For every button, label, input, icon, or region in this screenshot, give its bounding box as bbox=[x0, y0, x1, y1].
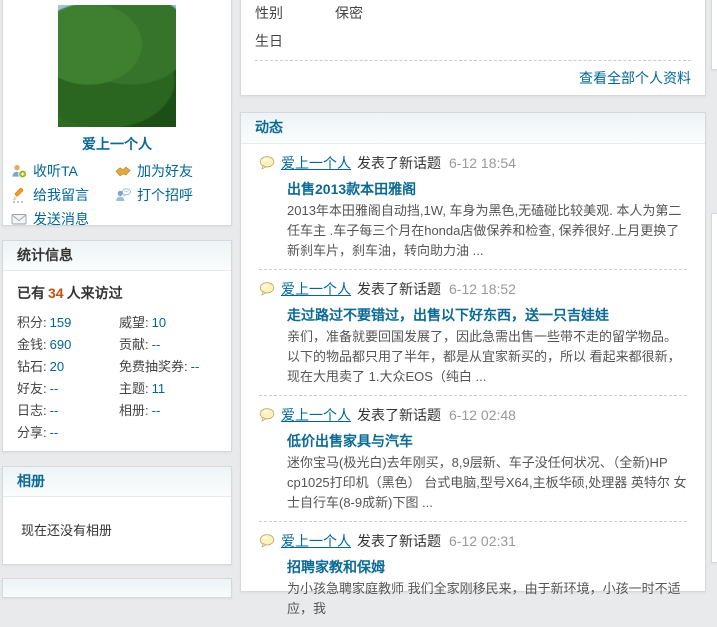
username: 爱上一个人 bbox=[82, 136, 152, 152]
feed-thread-excerpt: 迷你宝马(极光白)去年刚买，8,9层新、车子没任何状况、（全新)HP cp102… bbox=[287, 455, 687, 510]
feed-items: 爱上一个人 发表了新话题 6-12 18:54 出售2013款本田雅阁 2013… bbox=[241, 144, 705, 627]
birthday-label: 生日 bbox=[255, 33, 283, 49]
profile-actions: 收听TA 加为好友 给我留言 打个招呼 发送消息 bbox=[11, 163, 231, 227]
birthday-row: 生日 bbox=[255, 27, 691, 55]
stat-blogs: 日志: -- bbox=[17, 403, 59, 418]
action-label: 发送消息 bbox=[33, 211, 89, 227]
stat-prestige: 威望: 10 bbox=[119, 315, 167, 330]
visitor-count-line: 已有 34 人来访过 bbox=[17, 285, 123, 301]
feed-action-text: 发表了新话题 bbox=[357, 407, 441, 423]
feed-item: 爱上一个人 发表了新话题 6-12 18:52 走过路过不要错过，出售以下好东西… bbox=[259, 270, 687, 396]
action-label: 打个招呼 bbox=[137, 187, 193, 203]
stat-threads-value[interactable]: 11 bbox=[152, 381, 166, 396]
profile-card: 爱上一个人 收听TA 加为好友 给我留言 打个招呼 发送消息 bbox=[2, 0, 232, 227]
stat-money: 金钱: 690 bbox=[17, 337, 72, 352]
feed-meta: 爱上一个人 发表了新话题 6-12 02:48 bbox=[259, 406, 687, 424]
cutoff-panel-bottom bbox=[2, 578, 232, 598]
feed-thread-title[interactable]: 低价出售家具与汽车 bbox=[287, 432, 687, 450]
feed-item: 爱上一个人 发表了新话题 6-12 02:31 招聘家教和保姆 为小孩急聘家庭教… bbox=[259, 522, 687, 627]
stat-diamond: 钻石: 20 bbox=[17, 359, 65, 374]
stat-albums-value[interactable]: -- bbox=[152, 403, 161, 418]
view-full-profile-link[interactable]: 查看全部个人资料 bbox=[579, 70, 691, 86]
feed-timestamp: 6-12 02:48 bbox=[449, 407, 516, 423]
stat-shares: 分享: -- bbox=[17, 425, 59, 440]
cutoff-panel-right-bottom bbox=[711, 213, 717, 563]
stats-grid: 积分: 159 威望: 10 金钱: 690 贡献: -- 钻石: 20 免费抽奖券: --… bbox=[17, 312, 217, 444]
profile-info-card: 性别 保密 生日 查看全部个人资料 bbox=[240, 0, 706, 96]
feed-user-link[interactable]: 爱上一个人 bbox=[281, 406, 351, 424]
action-label: 给我留言 bbox=[33, 187, 89, 203]
say-hello-link[interactable]: 打个招呼 bbox=[115, 187, 231, 203]
feed-timestamp: 6-12 02:31 bbox=[449, 533, 516, 549]
stat-raffle-value[interactable]: -- bbox=[191, 359, 200, 374]
feed-item: 爱上一个人 发表了新话题 6-12 02:48 低价出售家具与汽车 迷你宝马(极… bbox=[259, 396, 687, 522]
stat-friends-value[interactable]: -- bbox=[50, 381, 59, 396]
stat-prestige-value[interactable]: 10 bbox=[152, 315, 166, 330]
hello-icon bbox=[115, 187, 131, 203]
feed-meta: 爱上一个人 发表了新话题 6-12 18:52 bbox=[259, 280, 687, 298]
feed-item: 爱上一个人 发表了新话题 6-12 18:54 出售2013款本田雅阁 2013… bbox=[259, 144, 687, 270]
stat-contribution-value[interactable]: -- bbox=[152, 337, 161, 352]
action-label: 收听TA bbox=[33, 163, 78, 179]
stats-header: 统计信息 bbox=[3, 241, 231, 271]
feed-user-link[interactable]: 爱上一个人 bbox=[281, 154, 351, 172]
stat-points: 积分: 159 bbox=[17, 315, 72, 330]
stats-card: 统计信息 已有 34 人来访过 积分: 159 威望: 10 金钱: 690 贡献: -- … bbox=[2, 240, 232, 452]
stat-albums: 相册: -- bbox=[119, 403, 161, 418]
pencil-icon bbox=[11, 187, 27, 203]
feed-meta: 爱上一个人 发表了新话题 6-12 18:54 bbox=[259, 154, 687, 172]
stat-blogs-value[interactable]: -- bbox=[50, 403, 59, 418]
gender-value: 保密 bbox=[335, 5, 363, 21]
comment-bubble-icon bbox=[259, 281, 275, 297]
user-avatar[interactable] bbox=[58, 5, 176, 127]
stat-contribution: 贡献: -- bbox=[119, 337, 161, 352]
handshake-icon bbox=[115, 163, 131, 179]
envelope-icon bbox=[11, 211, 27, 227]
feed-thread-excerpt: 亲们，准备就要回国发展了，因此急需出售一些带不走的留学物品。以下的物品都只用了半… bbox=[287, 329, 681, 384]
comment-bubble-icon bbox=[259, 533, 275, 549]
stat-money-value[interactable]: 690 bbox=[50, 337, 72, 352]
action-label: 加为好友 bbox=[137, 163, 193, 179]
feed-user-link[interactable]: 爱上一个人 bbox=[281, 280, 351, 298]
follow-ta-link[interactable]: 收听TA bbox=[11, 163, 115, 179]
stat-shares-value[interactable]: -- bbox=[50, 425, 59, 440]
album-card: 相册 现在还没有相册 bbox=[2, 466, 232, 565]
feed-action-text: 发表了新话题 bbox=[357, 281, 441, 297]
comment-bubble-icon bbox=[259, 155, 275, 171]
cutoff-panel-right-top bbox=[711, 0, 717, 70]
stat-friends: 好友: -- bbox=[17, 381, 59, 396]
activity-feed-card: 动态 爱上一个人 发表了新话题 6-12 18:54 出售2013款本田雅阁 2… bbox=[240, 112, 706, 616]
feed-timestamp: 6-12 18:52 bbox=[449, 281, 516, 297]
listen-icon bbox=[11, 163, 28, 179]
feed-action-text: 发表了新话题 bbox=[357, 155, 441, 171]
leave-message-link[interactable]: 给我留言 bbox=[11, 187, 115, 203]
stat-points-value[interactable]: 159 bbox=[50, 315, 72, 330]
gender-label: 性别 bbox=[255, 5, 283, 21]
stat-threads: 主题: 11 bbox=[119, 381, 166, 396]
feed-meta: 爱上一个人 发表了新话题 6-12 02:31 bbox=[259, 532, 687, 550]
album-header: 相册 bbox=[3, 467, 231, 497]
add-friend-link[interactable]: 加为好友 bbox=[115, 163, 231, 179]
feed-user-link[interactable]: 爱上一个人 bbox=[281, 532, 351, 550]
feed-header: 动态 bbox=[241, 113, 705, 144]
feed-thread-excerpt: 为小孩急聘家庭教师 我们全家刚移民来，由于新环境，小孩一时不适应，我 bbox=[287, 581, 681, 616]
feed-thread-title[interactable]: 招聘家教和保姆 bbox=[287, 558, 687, 576]
gender-row: 性别 保密 bbox=[255, 0, 691, 27]
stat-diamond-value[interactable]: 20 bbox=[50, 359, 64, 374]
visitor-count: 34 bbox=[48, 285, 64, 301]
album-empty-text: 现在还没有相册 bbox=[21, 523, 113, 538]
feed-thread-excerpt: 2013年本田雅阁自动挡,1W, 车身为黑色,无磕碰比较美观. 本人为第二任车主… bbox=[287, 203, 682, 258]
comment-bubble-icon bbox=[259, 407, 275, 423]
feed-thread-title[interactable]: 走过路过不要错过，出售以下好东西，送一只吉娃娃 bbox=[287, 306, 687, 324]
feed-timestamp: 6-12 18:54 bbox=[449, 155, 516, 171]
feed-thread-title[interactable]: 出售2013款本田雅阁 bbox=[287, 180, 687, 198]
stat-raffle: 免费抽奖券: -- bbox=[119, 359, 200, 374]
send-message-link[interactable]: 发送消息 bbox=[11, 211, 115, 227]
feed-action-text: 发表了新话题 bbox=[357, 533, 441, 549]
